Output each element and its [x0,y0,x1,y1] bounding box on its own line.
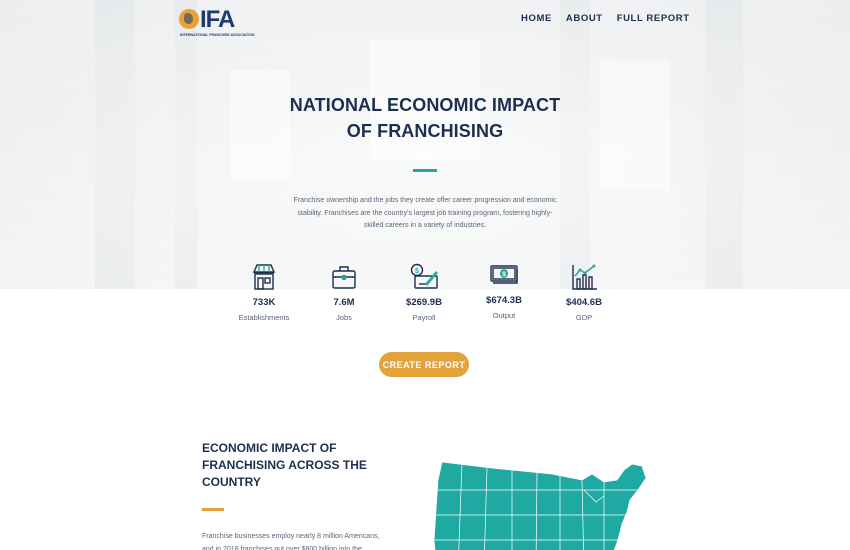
hero-background [0,0,850,289]
create-report-button[interactable]: CREATE REPORT [379,352,469,377]
us-map[interactable] [432,460,654,550]
stat-payroll: $ $269.9B Payroll [379,262,469,322]
globe-icon [179,9,199,29]
stat-label: Establishments [238,313,290,322]
stat-gdp: $404.6B GDP [539,262,629,322]
stat-establishments: 733K Establishments [219,262,309,322]
logo-subtitle: INTERNATIONAL FRANCHISE ASSOCIATION [180,33,255,37]
stat-label: GDP [575,313,593,322]
title-divider [413,169,437,172]
stat-label: Payroll [412,313,436,322]
briefcase-icon [332,266,356,289]
money-bill-icon: $ [490,265,518,284]
ifa-logo[interactable]: IFA INTERNATIONAL FRANCHISE ASSOCIATION [178,6,255,40]
section-title: ECONOMIC IMPACT OF FRANCHISING ACROSS TH… [202,441,367,489]
us-map-shape[interactable] [433,461,647,550]
nav-home-link[interactable]: HOME [521,13,552,24]
stat-output: $ $674.3B Output [459,260,549,320]
svg-text:$: $ [415,268,419,275]
page-title-line1: NATIONAL ECONOMIC IMPACT [289,95,561,115]
stat-value: 733K [252,297,276,308]
check-payroll-icon: $ [410,263,438,289]
stat-jobs: 7.6M Jobs [299,262,389,322]
logo-mark: IFA [200,6,235,33]
page-title-line2: OF FRANCHISING [346,121,504,141]
page-title: NATIONAL ECONOMIC IMPACT OF FRANCHISING [0,92,850,144]
svg-text:$: $ [502,271,506,278]
top-nav: HOME ABOUT FULL REPORT [521,13,690,24]
section-text: Franchise businesses employ nearly 8 mil… [202,533,380,550]
stat-value: 7.6M [333,297,355,308]
stat-value: $269.9B [406,297,442,308]
nav-full-report-link[interactable]: FULL REPORT [617,13,690,24]
hero-description: Franchise ownership and the jobs they cr… [293,197,557,229]
section-divider [202,508,224,511]
stat-value: $674.3B [486,295,522,306]
storefront-icon [252,264,276,290]
bar-chart-growth-icon [572,264,597,290]
stat-label: Jobs [336,313,352,322]
stat-label: Output [492,311,516,320]
stat-value: $404.6B [566,297,602,308]
nav-about-link[interactable]: ABOUT [566,13,603,24]
